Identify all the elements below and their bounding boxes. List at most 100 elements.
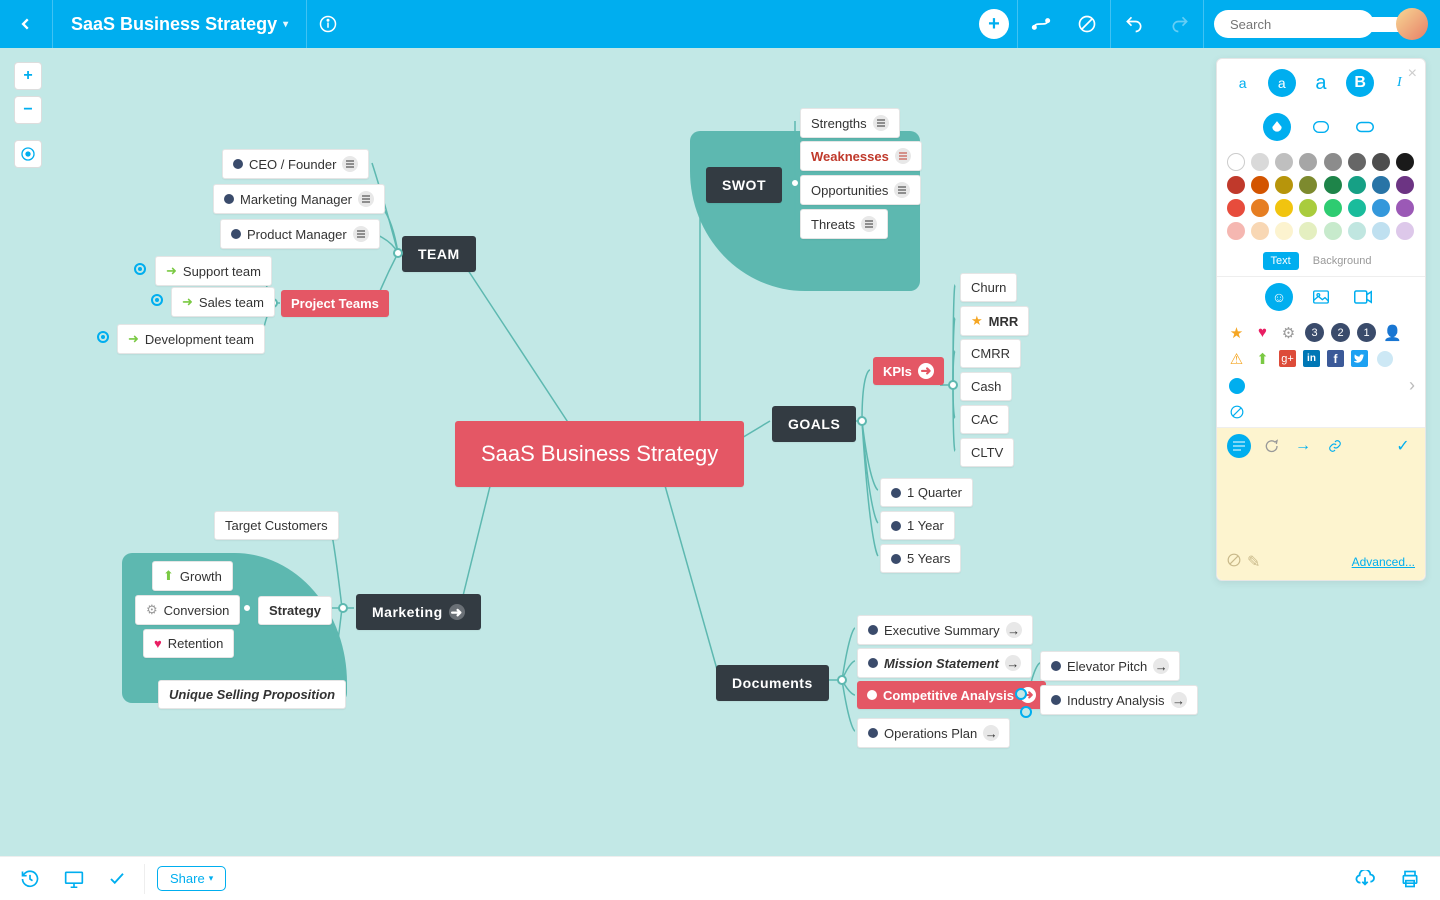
color-swatch[interactable] [1251, 176, 1269, 194]
google-plus-icon[interactable]: g+ [1279, 350, 1296, 367]
color-swatch[interactable] [1396, 222, 1414, 240]
node-cash[interactable]: Cash [960, 372, 1012, 401]
node-project-teams[interactable]: Project Teams [281, 290, 389, 317]
color-swatch[interactable] [1396, 176, 1414, 194]
number-3-icon[interactable]: 3 [1305, 323, 1324, 342]
node-cltv[interactable]: CLTV [960, 438, 1014, 467]
color-swatch[interactable] [1275, 176, 1293, 194]
node-kpis[interactable]: KPIs➜ [873, 357, 944, 385]
node-retention[interactable]: ♥Retention [143, 629, 234, 658]
notes-area[interactable] [1217, 464, 1425, 544]
color-swatch[interactable] [1324, 176, 1342, 194]
node-mrr[interactable]: ★MRR [960, 306, 1029, 336]
node-dev-team[interactable]: ➜Development team [117, 324, 265, 354]
color-swatch[interactable] [1251, 222, 1269, 240]
user-avatar[interactable] [1396, 8, 1428, 40]
color-swatch[interactable] [1324, 222, 1342, 240]
color-swatch[interactable] [1396, 153, 1414, 171]
tasks-button[interactable] [102, 864, 132, 894]
border-color-button[interactable] [1307, 113, 1335, 141]
info-button[interactable] [307, 15, 349, 33]
search-box[interactable] [1214, 10, 1374, 38]
more-icons-button[interactable]: › [1409, 375, 1415, 396]
color-swatch[interactable] [1275, 199, 1293, 217]
node-opportunities[interactable]: Opportunities [800, 175, 921, 205]
color-swatch[interactable] [1227, 222, 1245, 240]
image-button[interactable] [1307, 283, 1335, 311]
video-button[interactable] [1349, 283, 1377, 311]
color-swatch[interactable] [1251, 153, 1269, 171]
connections-button[interactable] [1018, 0, 1064, 48]
color-swatch[interactable] [1324, 199, 1342, 217]
node-churn[interactable]: Churn [960, 273, 1017, 302]
link-tab-arrow[interactable]: → [1291, 434, 1315, 458]
text-size-small-button[interactable]: a [1229, 69, 1257, 97]
node-documents[interactable]: Documents [716, 665, 829, 701]
node-1year[interactable]: 1 Year [880, 511, 955, 540]
cloud-download-button[interactable] [1348, 864, 1382, 894]
block-button[interactable] [1064, 0, 1110, 48]
warning-icon[interactable]: ⚠ [1227, 349, 1246, 368]
node-elevator-pitch[interactable]: Elevator Pitch→ [1040, 651, 1180, 681]
node-team[interactable]: TEAM [402, 236, 476, 272]
number-1-icon[interactable]: 1 [1357, 323, 1376, 342]
map-title-dropdown[interactable]: SaaS Business Strategy ▾ [53, 14, 306, 35]
advanced-link[interactable]: Advanced... [1352, 555, 1415, 569]
node-exec-summary[interactable]: Executive Summary→ [857, 615, 1033, 645]
central-node[interactable]: SaaS Business Strategy [455, 421, 744, 487]
attachment-tab[interactable] [1323, 434, 1347, 458]
color-swatch[interactable] [1396, 199, 1414, 217]
color-swatch[interactable] [1324, 153, 1342, 171]
node-target-customers[interactable]: Target Customers [214, 511, 339, 540]
task-tab[interactable]: ✓ [1391, 434, 1415, 458]
circle-blue-icon[interactable] [1227, 376, 1246, 395]
background-color-tab[interactable]: Background [1305, 252, 1380, 270]
color-swatch[interactable] [1299, 199, 1317, 217]
redo-button[interactable] [1157, 0, 1203, 48]
bold-button[interactable]: B [1346, 69, 1374, 97]
facebook-icon[interactable]: f [1327, 350, 1344, 367]
color-swatch[interactable] [1227, 153, 1245, 171]
node-sales-team[interactable]: ➜Sales team [171, 287, 275, 317]
color-swatch[interactable] [1275, 222, 1293, 240]
gear-icon[interactable]: ⚙ [1279, 323, 1298, 342]
node-product-manager[interactable]: Product Manager [220, 219, 380, 249]
node-5years[interactable]: 5 Years [880, 544, 961, 573]
node-industry-analysis[interactable]: Industry Analysis→ [1040, 685, 1198, 715]
color-swatch[interactable] [1372, 153, 1390, 171]
color-swatch[interactable] [1348, 153, 1366, 171]
node-threats[interactable]: Threats [800, 209, 888, 239]
collapse-toggle[interactable] [97, 331, 109, 343]
node-cmrr[interactable]: CMRR [960, 339, 1021, 368]
node-mission[interactable]: Mission Statement→ [857, 648, 1032, 678]
node-ceo[interactable]: CEO / Founder [222, 149, 369, 179]
text-size-medium-button[interactable]: a [1268, 69, 1296, 97]
zoom-out-button[interactable]: − [14, 96, 42, 124]
text-size-large-button[interactable]: a [1307, 69, 1335, 97]
number-2-icon[interactable]: 2 [1331, 323, 1350, 342]
twitter-icon[interactable] [1351, 350, 1368, 367]
back-button[interactable] [0, 17, 52, 31]
emoji-button[interactable]: ☺ [1265, 283, 1293, 311]
color-swatch[interactable] [1372, 199, 1390, 217]
collapse-toggle[interactable] [1015, 688, 1027, 700]
node-operations-plan[interactable]: Operations Plan→ [857, 718, 1010, 748]
star-icon[interactable]: ★ [1227, 323, 1246, 342]
linkedin-icon[interactable]: in [1303, 350, 1320, 367]
undo-button[interactable] [1111, 0, 1157, 48]
node-usp[interactable]: Unique Selling Proposition [158, 680, 346, 709]
foot-edit-icon[interactable]: ✎ [1247, 552, 1260, 572]
node-conversion[interactable]: ⚙Conversion [135, 595, 240, 625]
add-node-button[interactable]: + [971, 0, 1017, 48]
print-button[interactable] [1394, 863, 1426, 895]
color-swatch[interactable] [1348, 199, 1366, 217]
color-swatch[interactable] [1275, 153, 1293, 171]
block-small-icon[interactable] [1227, 402, 1246, 421]
comments-tab[interactable] [1259, 434, 1283, 458]
present-button[interactable] [58, 864, 90, 894]
collapse-toggle[interactable] [1020, 706, 1032, 718]
color-swatch[interactable] [1372, 176, 1390, 194]
arrow-up-icon[interactable]: ⬆ [1253, 349, 1272, 368]
node-cac[interactable]: CAC [960, 405, 1009, 434]
center-map-button[interactable] [14, 140, 42, 168]
